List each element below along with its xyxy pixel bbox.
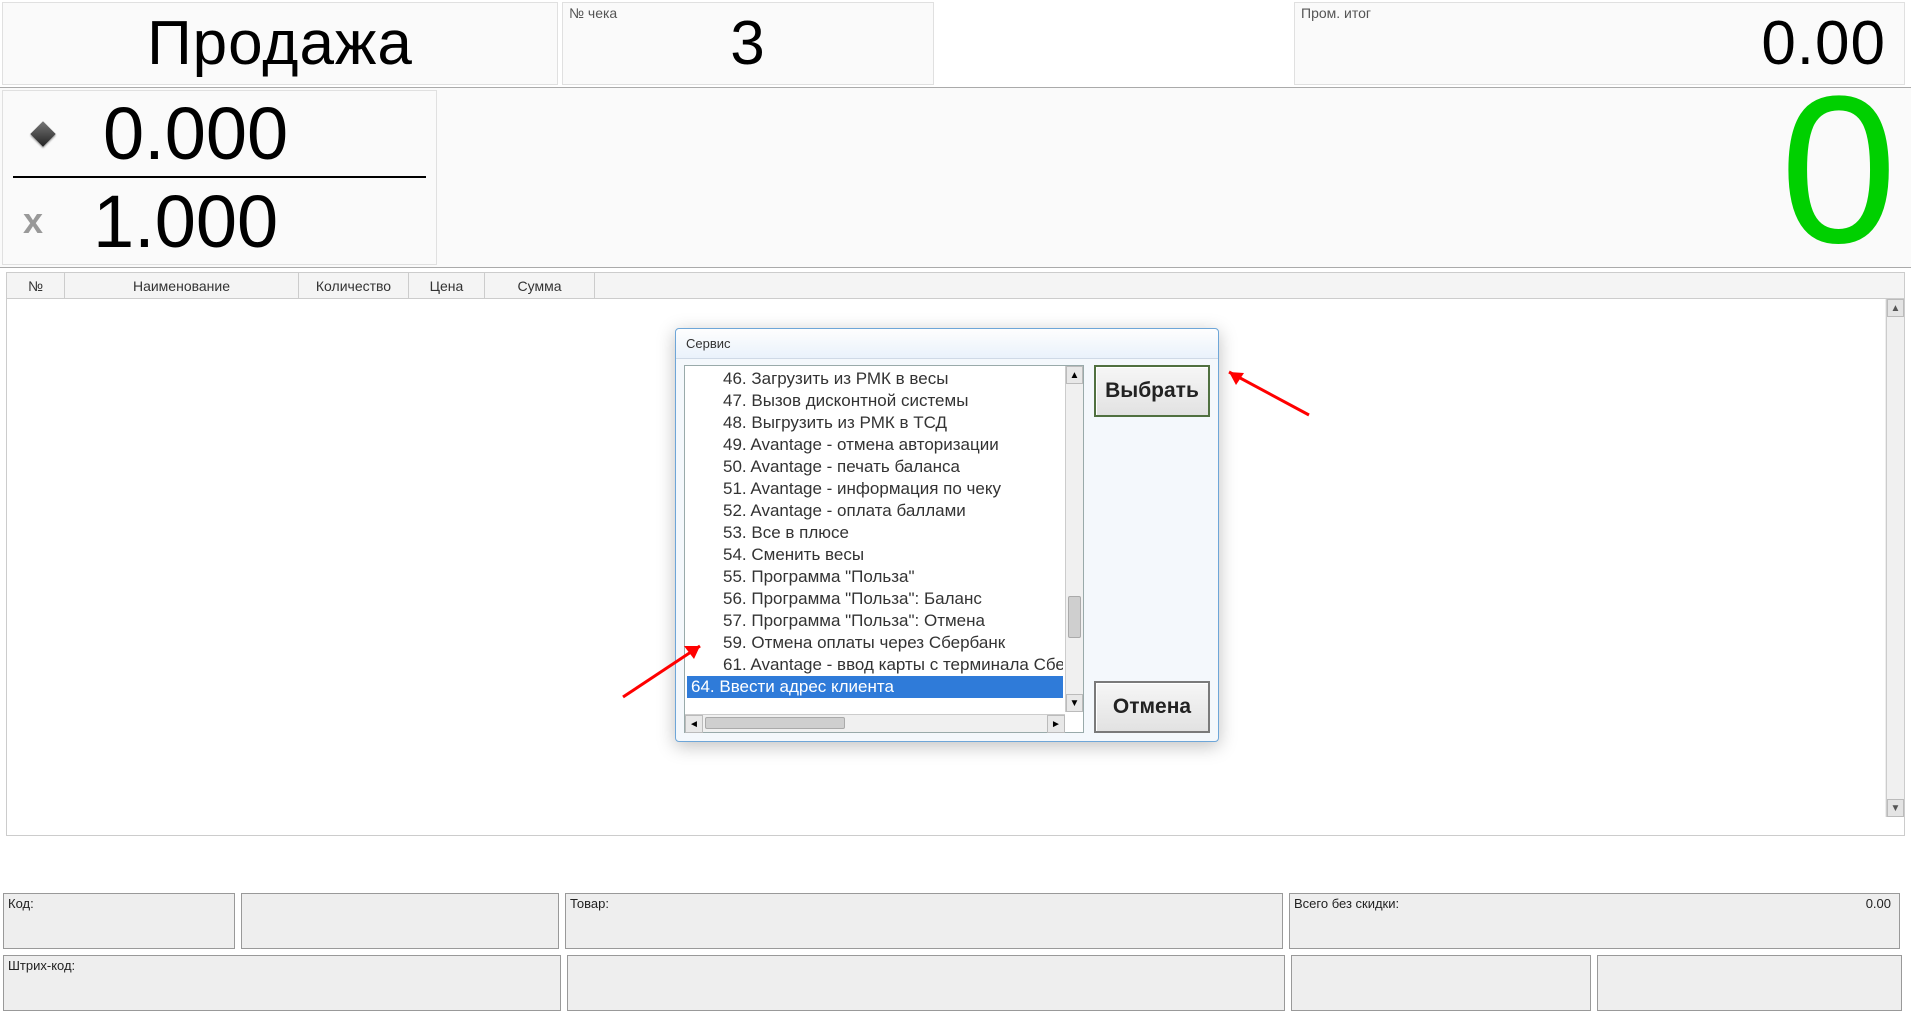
check-number-panel: № чека 3 (562, 2, 934, 85)
total-no-discount-panel: Всего без скидки: 0.00 (1289, 893, 1900, 949)
list-vscroll[interactable]: ▲ ▼ (1065, 366, 1083, 712)
multiplier-line: x 1.000 (3, 178, 436, 264)
mode-label: Продажа (147, 8, 413, 79)
service-list-item[interactable]: 56. Программа "Польза": Баланс (687, 588, 1063, 610)
mode-panel: Продажа (2, 2, 558, 85)
bottom-panel-2[interactable] (567, 955, 1285, 1011)
total-no-discount-value: 0.00 (1866, 896, 1891, 911)
header-spacer (938, 2, 1290, 85)
list-scroll-left-icon[interactable]: ◄ (685, 715, 703, 733)
quantity-row: 0.000 x 1.000 0 (0, 88, 1911, 268)
service-listbox[interactable]: 46. Загрузить из РМК в весы47. Вызов дис… (687, 368, 1063, 712)
list-hscroll-thumb[interactable] (705, 717, 845, 729)
cancel-button[interactable]: Отмена (1094, 681, 1210, 733)
service-list-item[interactable]: 47. Вызов дисконтной системы (687, 390, 1063, 412)
quantity-block: 0.000 x 1.000 (2, 90, 437, 265)
service-list-item[interactable]: 51. Avantage - информация по чеку (687, 478, 1063, 500)
multiplier-value: 1.000 (63, 179, 436, 264)
subtotal-label: Пром. итог (1301, 5, 1371, 21)
header-row: Продажа № чека 3 Пром. итог 0.00 (0, 0, 1911, 88)
service-list-item[interactable]: 59. Отмена оплаты через Сбербанк (687, 632, 1063, 654)
barcode-label: Штрих-код: (8, 958, 75, 973)
bottom-panels: Код: Товар: Всего без скидки: 0.00 Штрих… (0, 890, 1911, 1014)
kod-panel-left[interactable]: Код: (3, 893, 235, 949)
service-list-item[interactable]: 57. Программа "Польза": Отмена (687, 610, 1063, 632)
scroll-down-icon[interactable]: ▼ (1887, 799, 1904, 817)
kod-label: Код: (8, 896, 34, 911)
kod-panel-right[interactable] (241, 893, 559, 949)
scroll-up-icon[interactable]: ▲ (1887, 299, 1904, 317)
col-no[interactable]: № (7, 273, 65, 298)
service-list-item[interactable]: 64. Ввести адрес клиента (687, 676, 1063, 698)
table-vscroll[interactable]: ▲ ▼ (1886, 299, 1904, 817)
weight-icon (13, 125, 73, 143)
list-scroll-right-icon[interactable]: ► (1047, 715, 1065, 733)
select-button[interactable]: Выбрать (1094, 365, 1210, 417)
service-list-item[interactable]: 55. Программа "Польза" (687, 566, 1063, 588)
multiply-icon: x (3, 200, 63, 242)
check-number-label: № чека (569, 5, 617, 21)
total-no-discount-label: Всего без скидки: (1294, 896, 1399, 911)
line-total-value: 0 (1780, 80, 1897, 260)
col-qty[interactable]: Количество (299, 273, 409, 298)
list-hscroll-track[interactable] (703, 715, 1047, 732)
dialog-title[interactable]: Сервис (676, 329, 1218, 359)
col-name[interactable]: Наименование (65, 273, 299, 298)
service-list-item[interactable]: 61. Avantage - ввод карты с терминала Сб… (687, 654, 1063, 676)
list-vscroll-thumb[interactable] (1068, 596, 1081, 638)
list-hscroll[interactable]: ◄ ► (685, 714, 1065, 732)
tovar-label: Товар: (570, 896, 609, 911)
col-price[interactable]: Цена (409, 273, 485, 298)
service-list-item[interactable]: 54. Сменить весы (687, 544, 1063, 566)
service-list-item[interactable]: 50. Avantage - печать баланса (687, 456, 1063, 478)
service-dialog: Сервис 46. Загрузить из РМК в весы47. Вы… (675, 328, 1219, 742)
barcode-panel[interactable]: Штрих-код: (3, 955, 561, 1011)
bottom-panel-3[interactable] (1291, 955, 1591, 1011)
bottom-panel-4[interactable] (1597, 955, 1902, 1011)
service-list-item[interactable]: 49. Avantage - отмена авторизации (687, 434, 1063, 456)
weight-line: 0.000 (13, 91, 426, 178)
service-list-item[interactable]: 53. Все в плюсе (687, 522, 1063, 544)
list-scroll-down-icon[interactable]: ▼ (1066, 694, 1083, 712)
service-list-item[interactable]: 48. Выгрузить из РМК в ТСД (687, 412, 1063, 434)
col-sum[interactable]: Сумма (485, 273, 595, 298)
tovar-panel[interactable]: Товар: (565, 893, 1283, 949)
col-rest (595, 273, 1904, 298)
check-number-value: 3 (730, 8, 765, 79)
weight-value: 0.000 (73, 91, 426, 176)
service-list-frame: 46. Загрузить из РМК в весы47. Вызов дис… (684, 365, 1084, 733)
table-header: № Наименование Количество Цена Сумма (7, 273, 1904, 299)
service-list-item[interactable]: 46. Загрузить из РМК в весы (687, 368, 1063, 390)
service-list-item[interactable]: 52. Avantage - оплата баллами (687, 500, 1063, 522)
list-scroll-up-icon[interactable]: ▲ (1066, 366, 1083, 384)
